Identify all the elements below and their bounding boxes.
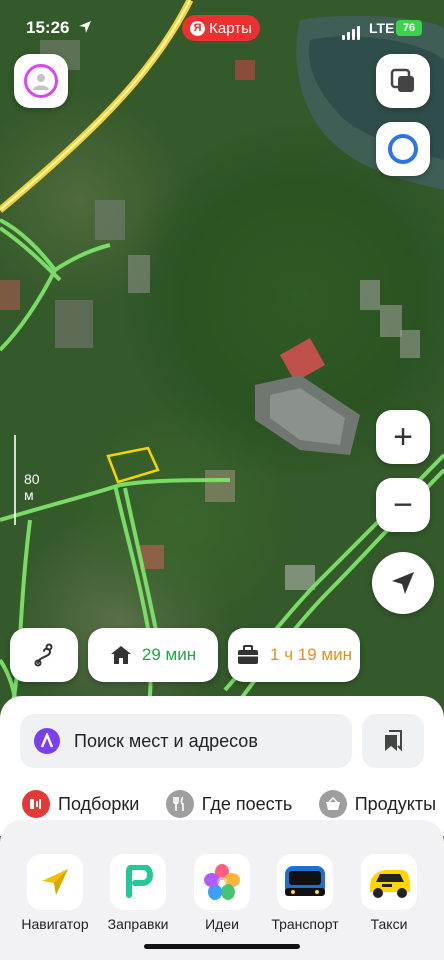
avatar-icon (24, 64, 58, 98)
nav-label: Навигатор (21, 916, 89, 932)
quick-action-label: Продукты (354, 793, 437, 814)
bookmarks-icon (385, 730, 402, 752)
zoom-in-button[interactable]: + (376, 410, 430, 464)
home-travel-time: 29 мин (141, 645, 197, 664)
scale-line (14, 435, 16, 525)
nav-fuel[interactable]: Заправки (94, 854, 182, 932)
nav-label: Идеи (205, 916, 239, 932)
basket-icon (318, 790, 347, 818)
zoom-out-button[interactable]: − (376, 478, 430, 532)
alice-logo-icon (34, 728, 60, 754)
network-type: LTE (369, 20, 395, 36)
home-icon (110, 646, 131, 664)
status-time: 15:26 (26, 18, 70, 37)
taxi-icon (361, 854, 417, 910)
app-name-pill: Я Карты (182, 15, 260, 41)
alice-assistant-button[interactable] (376, 122, 430, 176)
navigation-arrow-icon (392, 572, 414, 594)
alice-icon (388, 134, 418, 164)
map-scale: 80 м (12, 435, 52, 525)
yandex-logo-icon: Я (190, 20, 206, 36)
route-icon (34, 643, 53, 667)
search-sheet: Поиск мест и адресов Подборки Где поесть… (0, 696, 444, 836)
battery-icon: 76 (396, 20, 422, 36)
route-home-chip[interactable]: 29 мин (88, 628, 218, 682)
quick-actions-row: Подборки Где поесть Продукты (22, 790, 444, 820)
nav-label: Заправки (107, 916, 169, 932)
work-travel-time: 1 ч 19 мин (270, 645, 352, 664)
battery-level: 76 (402, 22, 416, 34)
map-layer (0, 0, 444, 720)
nav-navigator[interactable]: Навигатор (11, 854, 99, 932)
quick-action-collections[interactable]: Подборки (22, 790, 139, 818)
quick-action-food[interactable]: Где поесть (165, 790, 293, 818)
nav-ideas[interactable]: Идеи (178, 854, 266, 932)
route-work-chip[interactable]: 1 ч 19 мин (228, 628, 360, 682)
quick-action-groceries[interactable]: Продукты (318, 790, 437, 818)
profile-button[interactable] (14, 54, 68, 108)
route-button[interactable] (10, 628, 78, 682)
ideas-icon (194, 854, 250, 910)
quick-action-label: Где поесть (201, 793, 293, 814)
map-layers-button[interactable] (376, 54, 430, 108)
app-name: Карты (209, 19, 252, 37)
fuel-icon (110, 854, 166, 910)
collections-icon (22, 790, 50, 818)
nav-label: Транспорт (271, 916, 339, 932)
my-location-button[interactable] (372, 552, 434, 614)
nav-taxi[interactable]: Такси (345, 854, 433, 932)
cutlery-icon (165, 790, 194, 818)
layers-icon (390, 68, 414, 92)
nav-transport[interactable]: Транспорт (261, 854, 349, 932)
signal-icon (342, 26, 360, 40)
briefcase-icon (238, 645, 259, 664)
search-input[interactable]: Поиск мест и адресов (20, 714, 352, 768)
location-arrow-icon (79, 21, 91, 33)
status-bar: 15:26 Я Карты LTE 76 (0, 10, 444, 46)
bottom-navigation: Навигатор Заправки Идеи Транспорт Такси (0, 820, 444, 960)
scale-label: 80 м (24, 471, 40, 503)
quick-action-label: Подборки (58, 793, 140, 814)
bookmarks-button[interactable] (362, 714, 424, 768)
home-indicator (144, 944, 300, 949)
bus-icon (277, 854, 333, 910)
satellite-map[interactable]: 80 м (0, 0, 444, 720)
navigator-icon (27, 854, 83, 910)
search-placeholder: Поиск мест и адресов (74, 730, 258, 751)
nav-label: Такси (370, 916, 408, 932)
